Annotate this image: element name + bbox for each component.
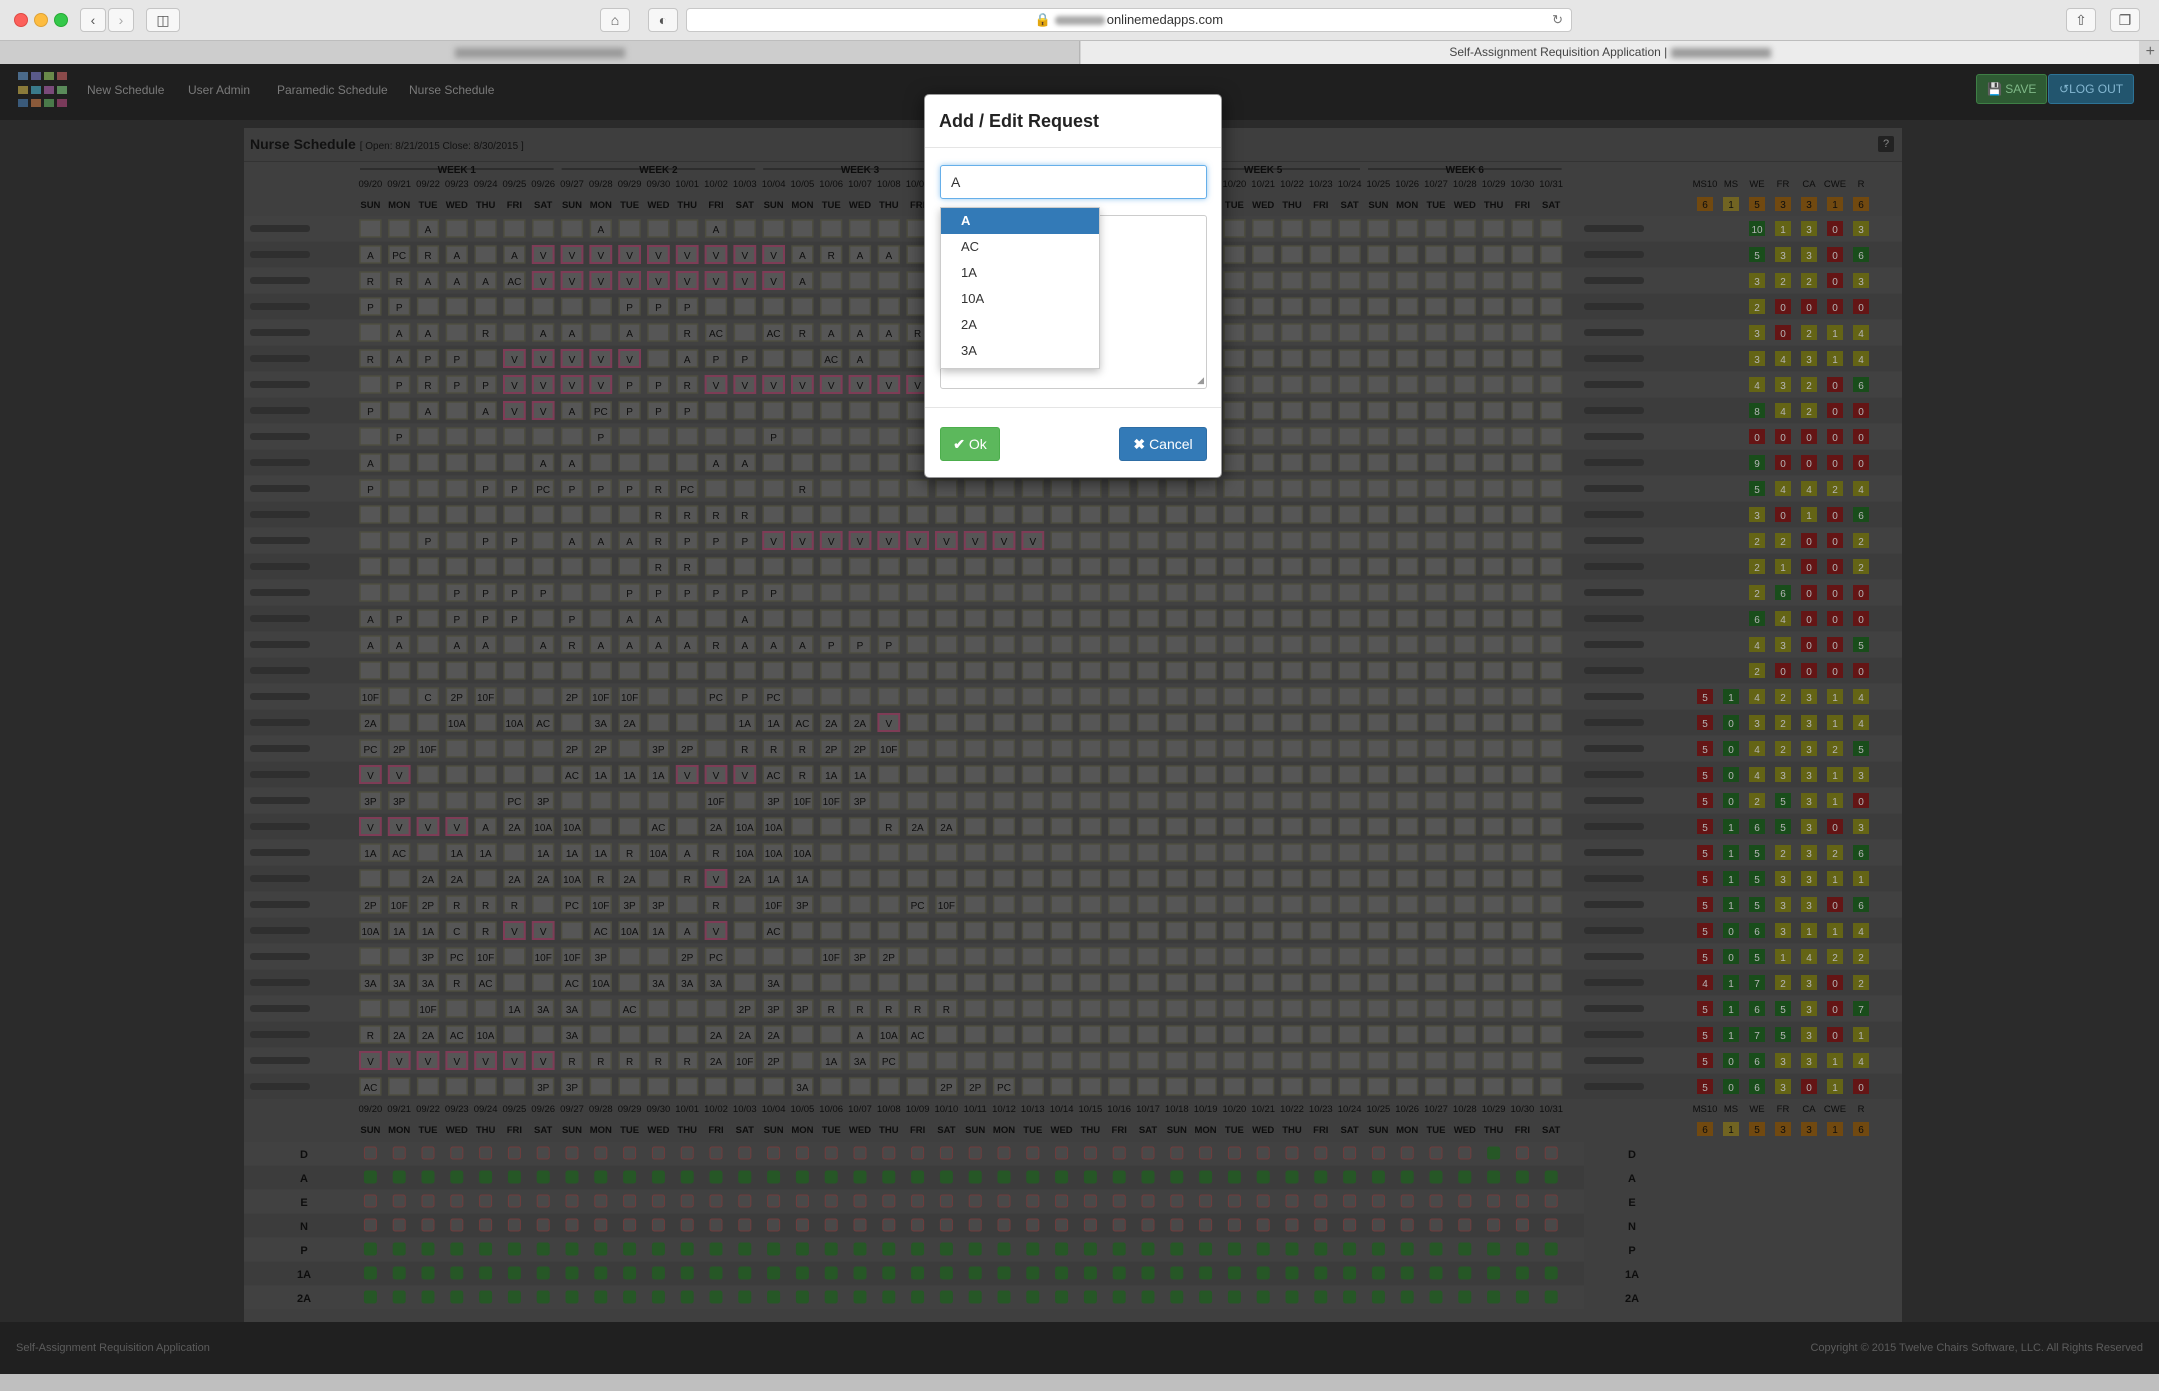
cancel-label: Cancel — [1149, 436, 1193, 452]
help-icon[interactable]: ? — [1878, 136, 1894, 152]
minimize-window-button[interactable] — [34, 13, 48, 27]
logout-button[interactable]: ↺LOG OUT — [2048, 74, 2135, 104]
close-icon: ✖ — [1133, 436, 1146, 452]
browser-chrome: ‹ › ◫ ⌂ ◐ 🔒 onlinemedapps.com ↻ ⇧ ❐ Self… — [0, 0, 2159, 64]
logout-label: LOG OUT — [2069, 82, 2124, 96]
resize-grip-icon[interactable]: ◢ — [1197, 375, 1204, 386]
address-bar[interactable]: 🔒 onlinemedapps.com ↻ — [686, 8, 1572, 32]
nav-paramedic-schedule[interactable]: Paramedic Schedule — [277, 83, 388, 97]
dialog-title: Add / Edit Request — [939, 111, 1100, 131]
zoom-window-button[interactable] — [54, 13, 68, 27]
nav-user-admin[interactable]: User Admin — [188, 83, 250, 97]
nav-nurse-schedule[interactable]: Nurse Schedule — [409, 83, 494, 97]
back-icon[interactable]: ‹ — [80, 8, 106, 32]
autocomplete-list: A AC 1A 10A 2A 3A — [940, 207, 1100, 369]
share-icon[interactable]: ⇧ — [2066, 8, 2096, 32]
save-button[interactable]: 💾 SAVE — [1976, 74, 2048, 104]
autocomplete-option[interactable]: 3A — [941, 338, 1099, 364]
home-icon[interactable]: ⌂ — [600, 8, 630, 32]
tab-active[interactable]: Self-Assignment Requisition Application … — [1081, 41, 2139, 64]
tab-background[interactable] — [0, 41, 1080, 64]
footer-copyright: Copyright © 2015 Twelve Chairs Software,… — [1810, 1342, 2143, 1354]
autocomplete-option[interactable]: AC — [941, 234, 1099, 260]
autocomplete-option[interactable]: 2A — [941, 312, 1099, 338]
autocomplete-option[interactable]: A — [941, 208, 1099, 234]
tabs-overview-icon[interactable]: ❐ — [2110, 8, 2140, 32]
check-icon: ✔ — [953, 436, 965, 452]
page-footer: Self-Assignment Requisition Application … — [0, 1322, 2159, 1374]
window-bottom-edge — [0, 1374, 2159, 1391]
lock-icon: 🔒 — [1034, 12, 1052, 27]
schedule-title-text: Nurse Schedule — [250, 136, 356, 152]
autocomplete-option[interactable]: 1A — [941, 260, 1099, 286]
nav-new-schedule[interactable]: New Schedule — [87, 83, 164, 97]
schedule-title: Nurse Schedule [ Open: 8/21/2015 Close: … — [250, 136, 524, 152]
shield-icon[interactable]: ◐ — [648, 8, 678, 32]
tab-bar: Self-Assignment Requisition Application … — [0, 40, 2159, 64]
divider — [925, 147, 1221, 148]
autocomplete-option[interactable]: 10A — [941, 286, 1099, 312]
ok-label: Ok — [968, 436, 987, 452]
divider — [925, 407, 1221, 408]
sidebar-icon[interactable]: ◫ — [146, 8, 180, 32]
ok-button[interactable]: ✔ Ok — [940, 427, 1000, 461]
url-domain: onlinemedapps.com — [1106, 12, 1224, 27]
app-logo[interactable] — [18, 72, 68, 110]
forward-icon[interactable]: › — [108, 8, 134, 32]
logout-icon: ↺ — [2059, 82, 2070, 96]
add-edit-request-dialog: Add / Edit Request ◢ AAC1A10A2A3A ✔Ok ✖C… — [924, 94, 1222, 478]
save-icon: 💾 — [1987, 82, 2002, 96]
request-code-input[interactable] — [940, 165, 1207, 199]
footer-app-name: Self-Assignment Requisition Application — [16, 1342, 210, 1354]
close-window-button[interactable] — [14, 13, 28, 27]
cancel-button[interactable]: ✖ Cancel — [1119, 427, 1207, 461]
reload-icon[interactable]: ↻ — [1552, 9, 1563, 31]
save-label: SAVE — [2005, 82, 2037, 96]
tab-title: Self-Assignment Requisition Application … — [1449, 45, 1668, 59]
new-tab-icon[interactable]: + — [2146, 43, 2155, 61]
schedule-period: [ Open: 8/21/2015 Close: 8/30/2015 ] — [359, 141, 524, 152]
